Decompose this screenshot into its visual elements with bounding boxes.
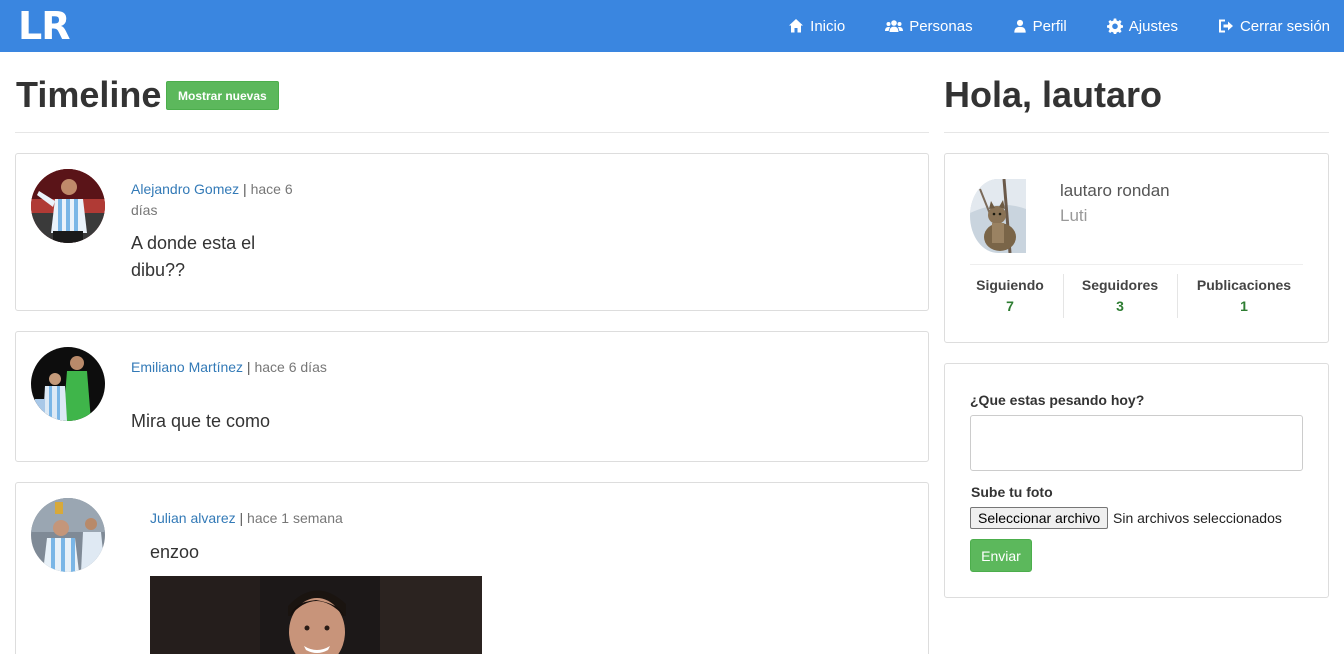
stat-value: 3 <box>1116 298 1124 314</box>
nav-label: Personas <box>909 17 973 35</box>
stat-label: Seguidores <box>1081 277 1159 293</box>
post-time: hace 6 días <box>254 359 327 375</box>
file-status-text: Sin archivos seleccionados <box>1113 510 1282 526</box>
timeline-title: Timeline <box>16 74 162 115</box>
meta-separator: | <box>235 510 248 526</box>
nav-label: Inicio <box>810 17 846 35</box>
author-avatar[interactable] <box>31 347 105 421</box>
user-icon <box>1013 19 1026 33</box>
stat-seguidores[interactable]: Seguidores 3 <box>1075 276 1165 315</box>
meta-separator: | <box>239 181 251 197</box>
post-image[interactable] <box>150 576 482 654</box>
post-meta: Julian alvarez | hace 1 semana <box>150 508 450 529</box>
nav-label: Cerrar sesión <box>1239 17 1330 35</box>
stat-label: Siguiendo <box>976 277 1044 293</box>
post-card: Julian alvarez | hace 1 semana enzoo <box>15 482 929 654</box>
submit-button[interactable]: Enviar <box>970 539 1032 572</box>
post-time: hace 1 semana <box>247 510 343 526</box>
post-card: Emiliano Martínez | hace 6 días Mira que… <box>15 331 929 462</box>
post-author-link[interactable]: Alejandro Gomez <box>131 181 239 197</box>
divider <box>970 264 1303 265</box>
nav-item-cerrar-sesion[interactable]: Cerrar sesión <box>1218 18 1330 35</box>
post-meta: Emiliano Martínez | hace 6 días <box>131 357 331 378</box>
stat-siguiendo[interactable]: Siguiendo 7 <box>970 276 1050 315</box>
greeting-title: Hola, lautaro <box>944 74 1163 115</box>
show-new-button[interactable]: Mostrar nuevas <box>166 81 279 110</box>
nav-item-ajustes[interactable]: Ajustes <box>1106 17 1178 35</box>
divider <box>944 132 1329 133</box>
meta-separator: | <box>243 359 255 375</box>
top-navbar: LR Inicio Personas Perfil Ajustes Cerrar… <box>0 0 1344 52</box>
author-avatar[interactable] <box>31 498 105 572</box>
stat-label: Publicaciones <box>1196 277 1292 293</box>
stat-value: 1 <box>1240 298 1248 314</box>
profile-card: lautaro rondan Luti Siguiendo 7 Seguidor… <box>944 153 1329 343</box>
post-text: A donde esta el dibu?? <box>131 233 256 280</box>
post-card: Alejandro Gomez | hace 6 días A donde es… <box>15 153 929 311</box>
post-meta: Alejandro Gomez | hace 6 días <box>131 179 306 221</box>
post-text: enzoo <box>150 542 200 562</box>
users-icon <box>885 20 904 32</box>
nav-item-perfil[interactable]: Perfil <box>1013 18 1067 35</box>
nav-item-personas[interactable]: Personas <box>885 17 973 35</box>
profile-name: lautaro rondan <box>1060 181 1170 200</box>
nav-label: Ajustes <box>1128 17 1178 35</box>
post-author-link[interactable]: Julian alvarez <box>150 510 236 526</box>
post-prompt-label: ¿Que estas pesando hoy? <box>970 392 1145 408</box>
nav-item-inicio[interactable]: Inicio <box>788 18 845 35</box>
divider <box>1063 274 1064 318</box>
gear-icon <box>1106 18 1123 34</box>
stat-value: 7 <box>1006 298 1014 314</box>
photo-label: Sube tu foto <box>971 484 1053 500</box>
logout-icon <box>1218 19 1233 33</box>
brand-logo[interactable]: LR <box>18 6 70 46</box>
nav-menu: Inicio Personas Perfil Ajustes Cerrar se… <box>748 0 1330 52</box>
stat-publicaciones[interactable]: Publicaciones 1 <box>1190 276 1298 315</box>
profile-avatar[interactable] <box>970 179 1026 253</box>
post-textarea[interactable] <box>970 415 1303 471</box>
divider <box>15 132 929 133</box>
post-text: Mira que te como <box>131 411 271 431</box>
post-author-link[interactable]: Emiliano Martínez <box>131 359 243 375</box>
nav-label: Perfil <box>1032 17 1067 35</box>
file-select-button[interactable]: Seleccionar archivo <box>970 507 1109 529</box>
profile-nick: Luti <box>1060 206 1088 225</box>
home-icon <box>789 19 804 33</box>
author-avatar[interactable] <box>31 169 105 243</box>
new-post-form: ¿Que estas pesando hoy? Sube tu foto Sel… <box>944 363 1329 598</box>
divider <box>1177 274 1178 318</box>
